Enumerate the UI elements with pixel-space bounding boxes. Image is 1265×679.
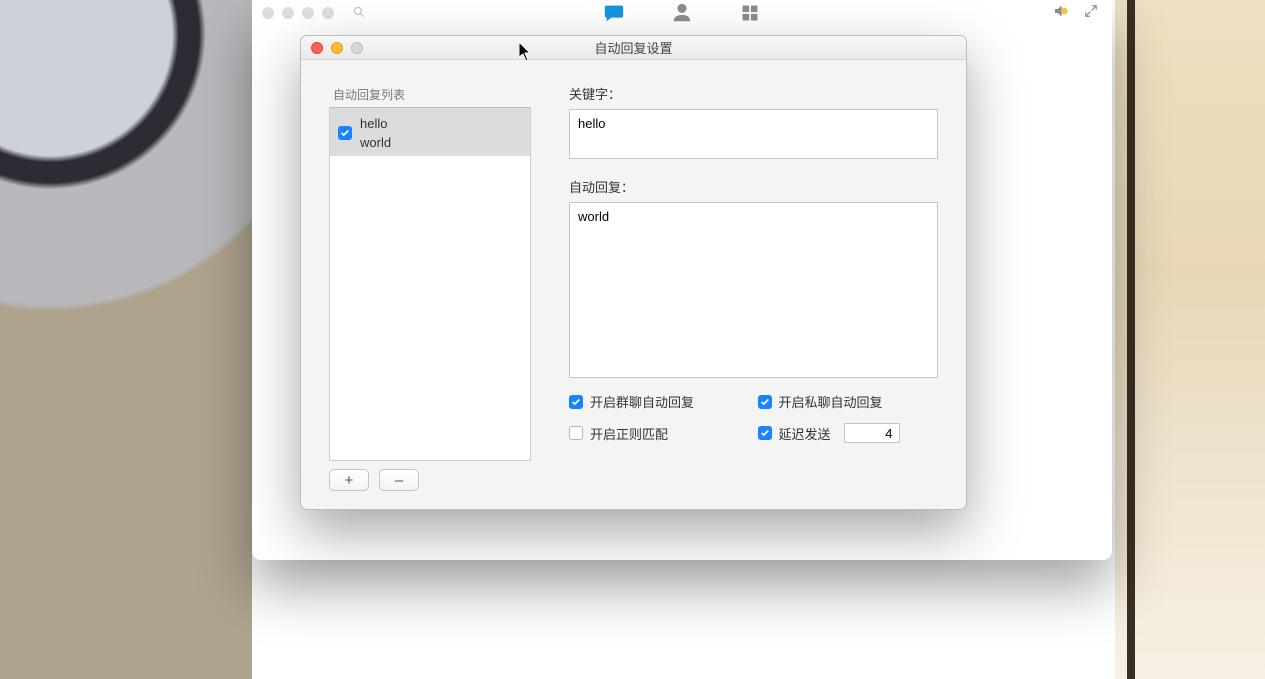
regex-option[interactable]: 开启正则匹配 <box>569 424 750 443</box>
private-chat-label: 开启私聊自动回复 <box>779 392 883 411</box>
item-reply: world <box>360 135 391 150</box>
wallpaper-left <box>0 0 252 679</box>
item-keyword: hello <box>360 116 391 131</box>
reply-label: 自动回复： <box>569 177 938 196</box>
list-header: 自动回复列表 <box>329 84 531 107</box>
list-item[interactable]: hello world <box>330 108 530 156</box>
keyword-label: 关键字： <box>569 84 938 103</box>
delay-option[interactable]: 延迟发送 <box>758 423 939 443</box>
delay-value-input[interactable] <box>844 423 900 443</box>
dialog-titlebar[interactable]: 自动回复设置 <box>301 36 966 60</box>
delay-checkbox[interactable] <box>758 426 772 440</box>
regex-checkbox[interactable] <box>569 426 583 440</box>
notification-icon[interactable] <box>1052 3 1070 22</box>
delay-label: 延迟发送 <box>779 424 831 443</box>
item-enabled-checkbox[interactable] <box>338 126 352 140</box>
regex-label: 开启正则匹配 <box>590 424 668 443</box>
keyword-input[interactable] <box>569 109 938 159</box>
expand-icon[interactable] <box>1084 4 1098 21</box>
wallpaper-right <box>1115 0 1265 679</box>
private-chat-option[interactable]: 开启私聊自动回复 <box>758 392 939 411</box>
main-window-titlebar <box>252 0 1112 26</box>
remove-button[interactable]: – <box>379 469 419 491</box>
search-icon[interactable] <box>352 5 366 22</box>
auto-reply-list[interactable]: hello world <box>329 107 531 461</box>
traffic-light-disabled <box>262 7 274 19</box>
add-button[interactable]: + <box>329 469 369 491</box>
traffic-light-disabled <box>282 7 294 19</box>
group-chat-label: 开启群聊自动回复 <box>590 392 694 411</box>
group-chat-checkbox[interactable] <box>569 395 583 409</box>
traffic-light-disabled <box>322 7 334 19</box>
group-chat-option[interactable]: 开启群聊自动回复 <box>569 392 750 411</box>
reply-input[interactable] <box>569 202 938 378</box>
auto-reply-settings-dialog: 自动回复设置 自动回复列表 hello world + – <box>300 35 967 510</box>
dialog-title: 自动回复设置 <box>301 38 966 57</box>
traffic-light-disabled <box>302 7 314 19</box>
wallpaper-divider <box>1127 0 1135 679</box>
private-chat-checkbox[interactable] <box>758 395 772 409</box>
